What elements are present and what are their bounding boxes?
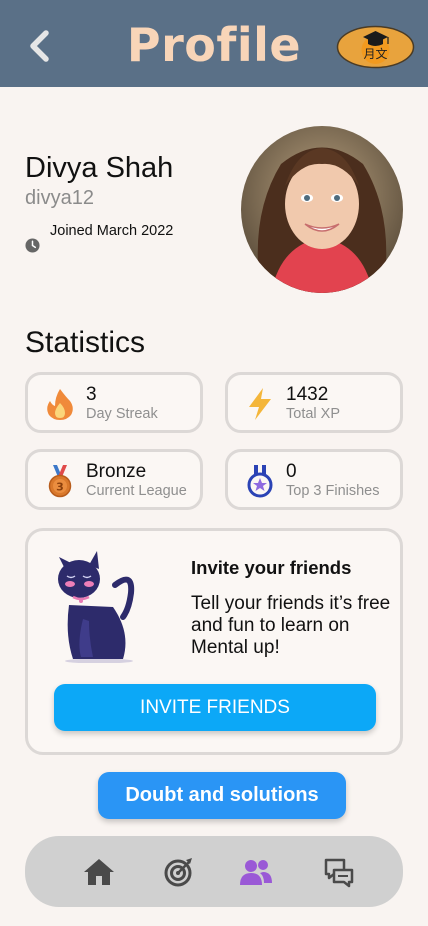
stat-card-xp: 1432 Total XP: [225, 372, 403, 433]
statistics-title: Statistics: [25, 326, 146, 359]
stat-value: 1432: [286, 384, 329, 405]
invite-title: Invite your friends: [191, 557, 352, 578]
invite-card: Invite your friends Tell your friends it…: [25, 528, 403, 755]
stat-card-league: 3 Bronze Current League: [25, 449, 203, 510]
invite-description: Tell your friends it’s free and fun to l…: [191, 593, 391, 658]
target-icon[interactable]: [162, 856, 196, 888]
doubt-and-solutions-button[interactable]: Doubt and solutions: [98, 772, 346, 819]
medal-number: 3: [56, 481, 64, 494]
chat-help-icon[interactable]: [322, 856, 356, 888]
clock-icon: [25, 238, 40, 253]
bottom-nav: [25, 836, 403, 907]
language-glyphs: 月文: [363, 46, 387, 61]
lightning-icon: [249, 388, 271, 420]
friends-icon[interactable]: [239, 856, 273, 888]
cat-illustration: [58, 551, 135, 663]
bronze-medal-icon: 3: [48, 465, 72, 498]
home-icon[interactable]: [82, 856, 116, 888]
joined-date: Joined March 2022: [50, 223, 174, 239]
stat-label: Top 3 Finishes: [286, 483, 380, 499]
stat-card-streak: 3 Day Streak: [25, 372, 203, 433]
app-header: Profile 月文: [0, 0, 428, 87]
stat-value: Bronze: [86, 461, 147, 482]
invite-friends-button[interactable]: INVITE FRIENDS: [54, 684, 376, 731]
stat-label: Total XP: [286, 406, 340, 422]
stat-label: Current League: [86, 483, 187, 499]
avatar: [241, 126, 403, 293]
user-name: Divya Shah: [25, 152, 174, 184]
stat-label: Day Streak: [86, 406, 158, 422]
user-handle: divya12: [25, 187, 94, 209]
stat-value: 3: [86, 384, 97, 405]
stat-card-top-finishes: 0 Top 3 Finishes: [225, 449, 403, 510]
stat-value: 0: [286, 461, 297, 482]
graduation-cap-language-icon[interactable]: 月文: [336, 25, 415, 69]
medal-star-icon: [247, 465, 273, 498]
fire-icon: [47, 389, 73, 420]
